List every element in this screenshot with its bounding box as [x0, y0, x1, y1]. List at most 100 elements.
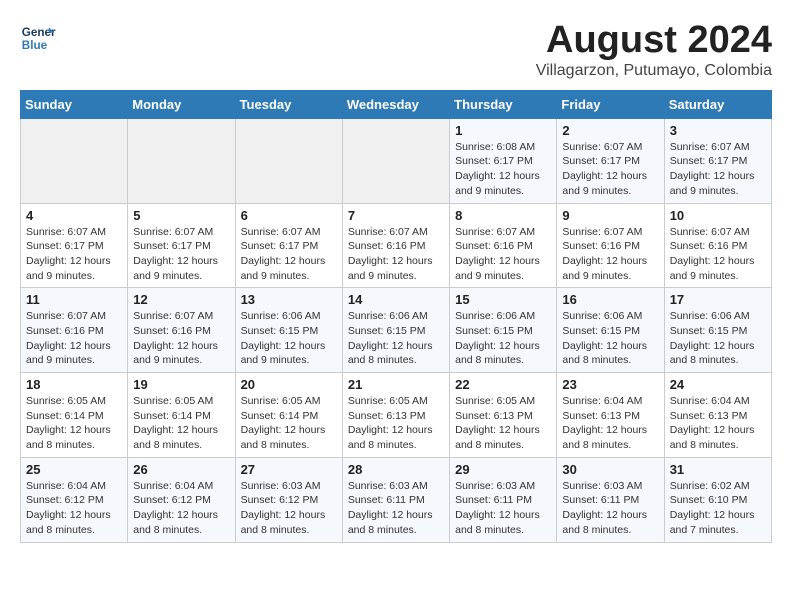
- day-number: 30: [562, 462, 658, 477]
- page-header: General Blue August 2024 Villagarzon, Pu…: [20, 20, 772, 80]
- calendar-cell: [128, 118, 235, 203]
- day-number: 6: [241, 208, 337, 223]
- day-info: Sunrise: 6:07 AMSunset: 6:16 PMDaylight:…: [26, 309, 122, 368]
- day-info: Sunrise: 6:05 AMSunset: 6:14 PMDaylight:…: [26, 394, 122, 453]
- day-number: 27: [241, 462, 337, 477]
- day-info: Sunrise: 6:07 AMSunset: 6:16 PMDaylight:…: [133, 309, 229, 368]
- calendar-cell: 5 Sunrise: 6:07 AMSunset: 6:17 PMDaylight…: [128, 203, 235, 288]
- day-number: 20: [241, 377, 337, 392]
- day-number: 11: [26, 292, 122, 307]
- weekday-header-row: SundayMondayTuesdayWednesdayThursdayFrid…: [21, 90, 772, 118]
- day-number: 29: [455, 462, 551, 477]
- day-info: Sunrise: 6:03 AMSunset: 6:11 PMDaylight:…: [562, 479, 658, 538]
- day-info: Sunrise: 6:05 AMSunset: 6:14 PMDaylight:…: [241, 394, 337, 453]
- calendar-cell: 7 Sunrise: 6:07 AMSunset: 6:16 PMDaylight…: [342, 203, 449, 288]
- calendar-week-3: 11 Sunrise: 6:07 AMSunset: 6:16 PMDayligh…: [21, 288, 772, 373]
- day-info: Sunrise: 6:04 AMSunset: 6:13 PMDaylight:…: [670, 394, 766, 453]
- day-info: Sunrise: 6:07 AMSunset: 6:17 PMDaylight:…: [670, 140, 766, 199]
- day-info: Sunrise: 6:07 AMSunset: 6:16 PMDaylight:…: [670, 225, 766, 284]
- day-info: Sunrise: 6:07 AMSunset: 6:16 PMDaylight:…: [455, 225, 551, 284]
- calendar-cell: 27 Sunrise: 6:03 AMSunset: 6:12 PMDayligh…: [235, 457, 342, 542]
- calendar-cell: 18Sunrise: 6:05 AMSunset: 6:14 PMDayligh…: [21, 373, 128, 458]
- day-number: 9: [562, 208, 658, 223]
- calendar-cell: 20 Sunrise: 6:05 AMSunset: 6:14 PMDayligh…: [235, 373, 342, 458]
- day-info: Sunrise: 6:05 AMSunset: 6:13 PMDaylight:…: [348, 394, 444, 453]
- title-area: August 2024 Villagarzon, Putumayo, Colom…: [536, 20, 772, 80]
- day-number: 10: [670, 208, 766, 223]
- weekday-header-saturday: Saturday: [664, 90, 771, 118]
- calendar-cell: 30 Sunrise: 6:03 AMSunset: 6:11 PMDayligh…: [557, 457, 664, 542]
- calendar-cell: [342, 118, 449, 203]
- calendar-cell: 11 Sunrise: 6:07 AMSunset: 6:16 PMDayligh…: [21, 288, 128, 373]
- page-title: August 2024: [536, 20, 772, 62]
- day-number: 5: [133, 208, 229, 223]
- day-info: Sunrise: 6:06 AMSunset: 6:15 PMDaylight:…: [562, 309, 658, 368]
- day-number: 24: [670, 377, 766, 392]
- day-number: 28: [348, 462, 444, 477]
- calendar-cell: 21Sunrise: 6:05 AMSunset: 6:13 PMDayligh…: [342, 373, 449, 458]
- day-info: Sunrise: 6:03 AMSunset: 6:11 PMDaylight:…: [455, 479, 551, 538]
- weekday-header-sunday: Sunday: [21, 90, 128, 118]
- calendar-cell: 25Sunrise: 6:04 AMSunset: 6:12 PMDayligh…: [21, 457, 128, 542]
- calendar-cell: 31 Sunrise: 6:02 AMSunset: 6:10 PMDayligh…: [664, 457, 771, 542]
- calendar-cell: 6 Sunrise: 6:07 AMSunset: 6:17 PMDaylight…: [235, 203, 342, 288]
- page-subtitle: Villagarzon, Putumayo, Colombia: [536, 62, 772, 80]
- calendar-week-5: 25Sunrise: 6:04 AMSunset: 6:12 PMDayligh…: [21, 457, 772, 542]
- calendar-cell: 2Sunrise: 6:07 AMSunset: 6:17 PMDaylight…: [557, 118, 664, 203]
- day-number: 12: [133, 292, 229, 307]
- day-info: Sunrise: 6:04 AMSunset: 6:12 PMDaylight:…: [26, 479, 122, 538]
- day-info: Sunrise: 6:04 AMSunset: 6:13 PMDaylight:…: [562, 394, 658, 453]
- day-number: 19: [133, 377, 229, 392]
- weekday-header-monday: Monday: [128, 90, 235, 118]
- day-info: Sunrise: 6:02 AMSunset: 6:10 PMDaylight:…: [670, 479, 766, 538]
- day-info: Sunrise: 6:07 AMSunset: 6:17 PMDaylight:…: [241, 225, 337, 284]
- day-info: Sunrise: 6:08 AMSunset: 6:17 PMDaylight:…: [455, 140, 551, 199]
- day-info: Sunrise: 6:06 AMSunset: 6:15 PMDaylight:…: [241, 309, 337, 368]
- calendar-cell: 16Sunrise: 6:06 AMSunset: 6:15 PMDayligh…: [557, 288, 664, 373]
- calendar-cell: [21, 118, 128, 203]
- day-number: 4: [26, 208, 122, 223]
- day-number: 23: [562, 377, 658, 392]
- day-number: 2: [562, 123, 658, 138]
- day-info: Sunrise: 6:03 AMSunset: 6:12 PMDaylight:…: [241, 479, 337, 538]
- day-number: 1: [455, 123, 551, 138]
- calendar-week-4: 18Sunrise: 6:05 AMSunset: 6:14 PMDayligh…: [21, 373, 772, 458]
- day-info: Sunrise: 6:07 AMSunset: 6:17 PMDaylight:…: [26, 225, 122, 284]
- logo: General Blue: [20, 20, 56, 56]
- calendar-cell: 26Sunrise: 6:04 AMSunset: 6:12 PMDayligh…: [128, 457, 235, 542]
- calendar-cell: 9 Sunrise: 6:07 AMSunset: 6:16 PMDaylight…: [557, 203, 664, 288]
- calendar-cell: 17Sunrise: 6:06 AMSunset: 6:15 PMDayligh…: [664, 288, 771, 373]
- day-number: 8: [455, 208, 551, 223]
- calendar-cell: 28 Sunrise: 6:03 AMSunset: 6:11 PMDayligh…: [342, 457, 449, 542]
- calendar-cell: 19Sunrise: 6:05 AMSunset: 6:14 PMDayligh…: [128, 373, 235, 458]
- day-number: 26: [133, 462, 229, 477]
- calendar-week-2: 4 Sunrise: 6:07 AMSunset: 6:17 PMDaylight…: [21, 203, 772, 288]
- calendar-cell: 4 Sunrise: 6:07 AMSunset: 6:17 PMDaylight…: [21, 203, 128, 288]
- day-number: 17: [670, 292, 766, 307]
- svg-text:General: General: [22, 26, 56, 39]
- calendar-cell: 12 Sunrise: 6:07 AMSunset: 6:16 PMDayligh…: [128, 288, 235, 373]
- calendar-cell: [235, 118, 342, 203]
- calendar-cell: 22Sunrise: 6:05 AMSunset: 6:13 PMDayligh…: [450, 373, 557, 458]
- day-number: 31: [670, 462, 766, 477]
- day-number: 15: [455, 292, 551, 307]
- day-number: 3: [670, 123, 766, 138]
- day-info: Sunrise: 6:07 AMSunset: 6:16 PMDaylight:…: [562, 225, 658, 284]
- day-info: Sunrise: 6:06 AMSunset: 6:15 PMDaylight:…: [455, 309, 551, 368]
- calendar-cell: 10 Sunrise: 6:07 AMSunset: 6:16 PMDayligh…: [664, 203, 771, 288]
- calendar-cell: 14Sunrise: 6:06 AMSunset: 6:15 PMDayligh…: [342, 288, 449, 373]
- day-info: Sunrise: 6:03 AMSunset: 6:11 PMDaylight:…: [348, 479, 444, 538]
- weekday-header-friday: Friday: [557, 90, 664, 118]
- calendar-cell: 13Sunrise: 6:06 AMSunset: 6:15 PMDayligh…: [235, 288, 342, 373]
- logo-icon: General Blue: [20, 20, 56, 56]
- day-info: Sunrise: 6:06 AMSunset: 6:15 PMDaylight:…: [348, 309, 444, 368]
- day-info: Sunrise: 6:07 AMSunset: 6:17 PMDaylight:…: [133, 225, 229, 284]
- calendar-table: SundayMondayTuesdayWednesdayThursdayFrid…: [20, 90, 772, 543]
- day-info: Sunrise: 6:07 AMSunset: 6:16 PMDaylight:…: [348, 225, 444, 284]
- calendar-week-1: 1 Sunrise: 6:08 AMSunset: 6:17 PMDaylight…: [21, 118, 772, 203]
- weekday-header-tuesday: Tuesday: [235, 90, 342, 118]
- calendar-cell: 1 Sunrise: 6:08 AMSunset: 6:17 PMDaylight…: [450, 118, 557, 203]
- svg-text:Blue: Blue: [22, 39, 48, 52]
- day-number: 7: [348, 208, 444, 223]
- calendar-cell: 24 Sunrise: 6:04 AMSunset: 6:13 PMDayligh…: [664, 373, 771, 458]
